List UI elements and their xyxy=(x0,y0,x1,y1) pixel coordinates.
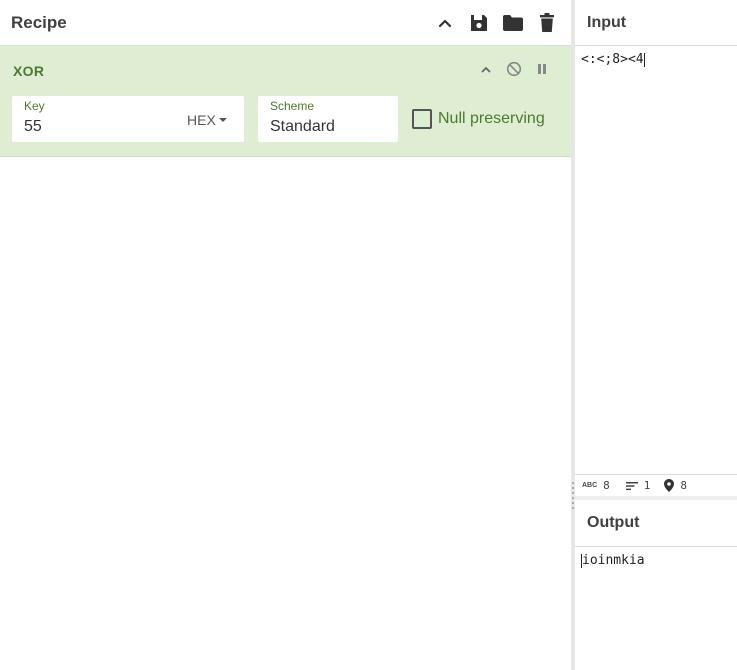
save-recipe-icon[interactable] xyxy=(468,12,490,34)
recipe-header: Recipe xyxy=(0,0,571,46)
disable-icon[interactable] xyxy=(504,59,524,79)
null-preserving-toggle[interactable]: Null preserving xyxy=(412,108,545,130)
length-stat: ABC 8 xyxy=(582,479,610,492)
chevron-up-icon[interactable] xyxy=(476,59,496,79)
operation-xor: XOR Key 55 HEX Scheme Standard Null pres… xyxy=(0,46,571,157)
lines-icon xyxy=(625,481,638,490)
key-type-label: HEX xyxy=(187,112,216,128)
location-pin-icon xyxy=(664,479,675,492)
input-header: Input xyxy=(575,0,737,46)
operation-title: XOR xyxy=(13,63,45,79)
output-title: Output xyxy=(587,514,640,531)
lines-value: 1 xyxy=(643,479,651,492)
scheme-value[interactable]: Standard xyxy=(270,118,335,136)
lines-stat: 1 xyxy=(625,479,651,492)
input-value: <:<;8><4 xyxy=(581,52,644,67)
input-textarea[interactable]: <:<;8><4 xyxy=(581,52,645,67)
position-stat: 8 xyxy=(664,479,687,492)
recipe-pane: Recipe XOR Key 55 HEX Scheme Standard Nu… xyxy=(0,0,571,670)
key-field[interactable]: Key 55 HEX xyxy=(12,96,244,142)
output-textarea[interactable]: ioinmkia xyxy=(581,553,645,568)
pause-icon[interactable] xyxy=(532,59,552,79)
recipe-title: Recipe xyxy=(11,13,67,32)
scheme-field[interactable]: Scheme Standard xyxy=(258,96,398,142)
text-cursor xyxy=(643,52,645,67)
null-preserving-checkbox[interactable] xyxy=(412,109,432,129)
scheme-label: Scheme xyxy=(270,99,315,113)
io-pane: Input <:<;8><4 ABC 8 1 8 Output ioinmkia xyxy=(575,0,737,670)
output-value: ioinmkia xyxy=(582,553,645,568)
length-value: 8 xyxy=(603,479,610,492)
key-label: Key xyxy=(24,99,45,113)
collapse-all-icon[interactable] xyxy=(434,12,456,34)
position-value: 8 xyxy=(680,479,688,492)
load-recipe-icon[interactable] xyxy=(502,12,524,34)
caret-down-icon xyxy=(218,117,227,122)
null-preserving-label: Null preserving xyxy=(438,110,545,127)
input-title: Input xyxy=(587,14,627,31)
key-value[interactable]: 55 xyxy=(24,118,42,136)
input-status-bar: ABC 8 1 8 xyxy=(575,474,737,496)
abc-icon: ABC xyxy=(582,482,598,489)
output-header: Output xyxy=(575,500,737,547)
clear-recipe-icon[interactable] xyxy=(536,12,558,34)
key-type-dropdown[interactable]: HEX xyxy=(187,112,227,128)
